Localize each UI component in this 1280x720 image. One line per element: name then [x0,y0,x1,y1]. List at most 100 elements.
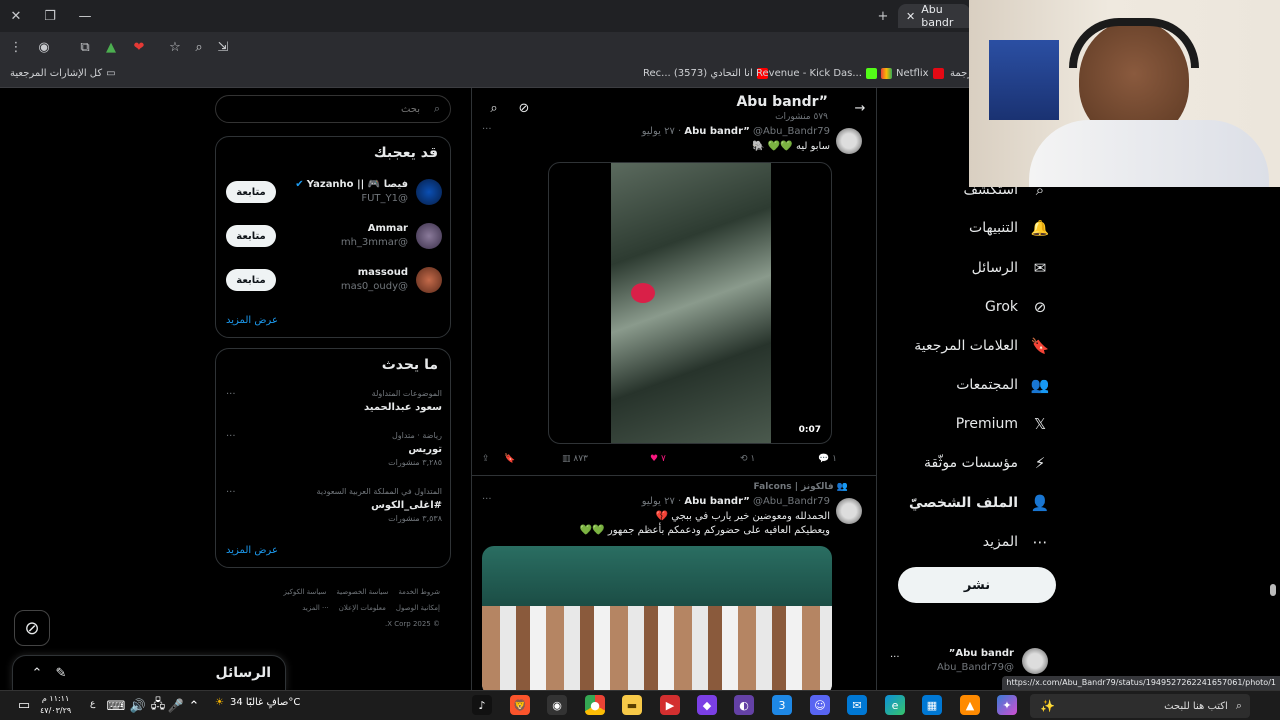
edge-icon[interactable]: e [885,695,905,715]
follow-button[interactable]: متابعة [226,225,276,247]
nav-profile[interactable]: 👤 الملف الشخصيّ [909,493,1050,513]
tweet-photo[interactable] [482,546,832,690]
back-arrow-icon[interactable]: → [852,100,868,116]
video-player[interactable]: 0:07 [548,162,832,444]
bookmark-youtube[interactable]: Rec... انا التحادي (3573) [643,68,768,79]
all-bookmarks[interactable]: كل الإشارات المرجعية ▭ [10,68,116,79]
obs-icon[interactable]: ◉ [547,695,567,715]
menu-kebab-icon[interactable]: ⋮ [8,38,24,56]
app-3-icon[interactable]: 3 [772,695,792,715]
tweet[interactable]: Abu bandr” @Abu_Bandr79 · ٢٧ يوليو ··· س… [472,124,876,474]
tray-expand-icon[interactable]: ⌃ [186,698,202,714]
retweet-action[interactable]: ⟲ ١ [740,454,755,464]
extensions-icon[interactable]: ⧉ [76,38,94,56]
bookmark-icon[interactable]: 🔖 [504,454,515,464]
store-icon[interactable]: ▦ [922,695,942,715]
bookmark-kick[interactable]: Revenue - Kick Das... [756,68,892,79]
nav-notifications[interactable]: 🔔 التنبيهات [969,218,1050,238]
views-action[interactable]: ▥ ٨٧٣ [562,454,588,464]
show-more-link[interactable]: عرض المزيد [226,315,278,326]
extension-red-icon[interactable]: ❤ [130,38,148,56]
suggest-user-row[interactable]: متابعة Ammar @mh_3mmar [226,223,442,263]
microphone-icon[interactable]: 🎤 [168,698,184,714]
more-dots-icon[interactable]: ··· [482,124,492,135]
trend-item[interactable]: ··· الموضوعات المتداولة سعود عبدالحميد [226,389,442,425]
like-action[interactable]: ♥ ٧ [650,454,666,464]
chrome-icon[interactable]: ● [585,695,605,715]
footer-link[interactable]: شروط الخدمة [398,584,440,600]
post-button[interactable]: نشر [898,567,1056,603]
suggest-user-row[interactable]: متابعة massoud @mas0_oudy [226,267,442,307]
tweet-handle[interactable]: @Abu_Bandr79 [753,496,830,507]
account-switcher[interactable]: ··· Abu bandr” @Abu_Bandr79 [886,644,1048,680]
suggest-user-name[interactable]: فيصا 🎮 || Yazanho ✔ [295,179,408,190]
search-icon[interactable]: ⌕ [486,100,502,116]
minimize-window-icon[interactable]: — [75,6,95,26]
user-name[interactable]: Ammar [368,223,408,234]
nav-communities[interactable]: 👥 المجتمعات [956,375,1050,395]
nav-messages[interactable]: ✉ الرسائل [972,258,1050,278]
new-tab-icon[interactable]: + [873,6,893,26]
more-dots-icon[interactable]: ··· [226,431,236,442]
vlc-icon[interactable]: ▲ [960,695,980,715]
user-name[interactable]: massoud [358,267,408,278]
footer-link[interactable]: سياسة الخصوصية [336,584,388,600]
network-icon[interactable]: 🖧 [150,697,166,714]
tweet-date[interactable]: ٢٧ يوليو [642,496,675,507]
scrollbar-thumb[interactable] [1270,584,1276,596]
expand-up-icon[interactable]: ⌃ [29,665,45,681]
nav-premium[interactable]: 𝕏 Premium [956,414,1050,434]
nav-grok[interactable]: ⊘ Grok [985,297,1050,317]
volume-icon[interactable]: 🔊 [130,698,146,714]
game-app-icon[interactable]: ◆ [697,695,717,715]
capture-app-icon[interactable]: ◐ [734,695,754,715]
tweet-date[interactable]: ٢٧ يوليو [642,126,675,137]
star-bookmark-icon[interactable]: ☆ [166,38,184,56]
messages-drawer[interactable]: الرسائل ⌃ ✎ [12,655,286,691]
language-indicator[interactable]: ع [90,699,95,709]
reply-action[interactable]: 💬 ١ [818,454,837,464]
avatar[interactable] [836,128,862,154]
avatar[interactable] [416,267,442,293]
weather-widget[interactable]: ☀ صافٍ غالبًا 34°C [215,697,300,708]
profile-icon[interactable]: ◉ [34,38,54,56]
more-dots-icon[interactable]: ··· [226,487,236,498]
show-more-link[interactable]: عرض المزيد [226,545,278,556]
drive-icon[interactable]: ▲ [102,38,120,56]
follow-button[interactable]: متابعة [226,269,276,291]
media-player-icon[interactable]: ▶ [660,695,680,715]
nav-verified-orgs[interactable]: ⚡ مؤسسات موثّقة [924,453,1050,473]
new-message-icon[interactable]: ✎ [53,665,69,681]
footer-link[interactable]: سياسة الكوكيز [284,584,327,600]
taskbar-search[interactable]: ✨ اكتب هنا للبحث ⌕ [1030,694,1250,718]
keyboard-icon[interactable]: ⌨ [107,698,126,714]
tweet-handle[interactable]: @Abu_Bandr79 [753,126,830,137]
footer-link[interactable]: إمكانية الوصول [396,600,440,616]
avatar[interactable] [416,179,442,205]
close-window-icon[interactable]: ✕ [6,6,26,26]
follow-button[interactable]: متابعة [226,181,276,203]
install-app-icon[interactable]: ⇲ [214,38,232,56]
grok-icon[interactable]: ⊘ [516,100,532,116]
zoom-icon[interactable]: ⌕ [190,38,208,56]
tab-close-icon[interactable]: ✕ [906,10,915,23]
tiktok-icon[interactable]: ♪ [472,695,492,715]
more-dots-icon[interactable]: ··· [482,494,492,505]
social-context[interactable]: 👥 فالكونز | Falcons [754,482,848,492]
suggest-user-row[interactable]: متابعة فيصا 🎮 || Yazanho ✔ @FUT_Y1 [226,179,442,219]
share-icon[interactable]: ⇪ [482,454,490,464]
restore-window-icon[interactable]: ❐ [40,6,60,26]
search-input[interactable] [216,96,426,122]
discord-icon[interactable]: ☺ [810,695,830,715]
bookmark-netflix[interactable]: Netflix [896,68,944,79]
browser-tab-active[interactable]: ✕ Abu bandr [898,3,970,29]
copilot-icon[interactable]: ✦ [997,695,1017,715]
clock[interactable]: ١١:١١ م ٤٧/٠٣/٢٩ [40,693,71,717]
trend-item[interactable]: ··· المتداول في المملكة العربية السعودية… [226,487,442,527]
footer-link[interactable]: ··· المزيد [302,600,329,616]
nav-bookmarks[interactable]: 🔖 العلامات المرجعية [914,336,1050,356]
more-dots-icon[interactable]: ··· [226,389,236,400]
nav-more[interactable]: ⋯ المزيد [983,532,1050,552]
footer-link[interactable]: معلومات الإعلان [339,600,386,616]
search-box[interactable]: ⌕ [215,95,451,123]
